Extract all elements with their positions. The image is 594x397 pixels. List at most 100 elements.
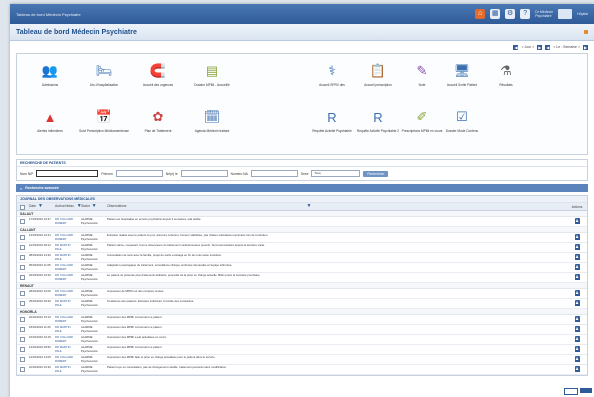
- tile-calendar[interactable]: 📅 Suivi Prescription Médicamenteuse: [79, 104, 129, 144]
- row-checkbox[interactable]: [19, 357, 25, 362]
- prev-day-button[interactable]: ◀: [513, 44, 519, 50]
- user-info[interactable]: Dr Médecin Psychiatre: [535, 10, 553, 18]
- row-author[interactable]: DR MARTIN PAUL: [53, 365, 79, 374]
- row-author[interactable]: DR MARTIN PAUL: [53, 299, 79, 308]
- row-author[interactable]: DR COLLARD ROBERT: [53, 335, 79, 344]
- col-observations[interactable]: Observations ▼: [105, 203, 567, 210]
- tile-document[interactable]: ▤ Dossier MPMI - Accueillir: [187, 58, 237, 98]
- table-row[interactable]: 25/02/2016 09:40 DR MARTIN PAUL ALARME Psy…: [17, 299, 587, 309]
- person-icon[interactable]: ♟: [574, 326, 580, 332]
- tile-bed[interactable]: 🛏 Lits d'hospitalisation: [79, 58, 129, 98]
- table-row[interactable]: 10/02/2016 10:30 DR MARTIN PAUL ALARME Psy…: [17, 365, 587, 375]
- tile-prescription[interactable]: 📋 Accueil prescription: [353, 58, 403, 98]
- tile-agenda[interactable]: 🗓 Agenda Médecin traitant: [187, 104, 237, 144]
- row-author[interactable]: DR COLLARD ROBERT: [53, 217, 79, 226]
- row-checkbox[interactable]: [19, 245, 25, 250]
- firstname-input[interactable]: [115, 170, 163, 177]
- person-icon[interactable]: ♟: [574, 316, 580, 322]
- table-row[interactable]: 14/02/2016 09:50 DR MARTIN PAUL ALARME Psy…: [17, 345, 587, 355]
- row-checkbox[interactable]: [19, 337, 25, 342]
- person-icon[interactable]: ♟: [574, 290, 580, 296]
- row-author[interactable]: DR COLLARD ROBERT: [53, 273, 79, 282]
- table-row[interactable]: 10/03/2016 09:12 DR MARTIN PAUL ALARME Psy…: [17, 243, 587, 253]
- home-icon[interactable]: ⌂: [475, 9, 486, 19]
- row-checkbox[interactable]: [19, 291, 25, 296]
- page-next-button[interactable]: [580, 388, 592, 393]
- row-checkbox[interactable]: [19, 275, 25, 280]
- table-row[interactable]: 02/03/2016 16:20 DR COLLARD ROBERT ALARME …: [17, 273, 587, 283]
- person-icon[interactable]: ♟: [574, 336, 580, 342]
- row-checkbox[interactable]: [19, 235, 25, 240]
- row-author[interactable]: DR COLLARD ROBERT: [53, 263, 79, 272]
- row-checkbox[interactable]: [19, 255, 25, 260]
- person-icon[interactable]: ♟: [574, 218, 580, 224]
- row-author[interactable]: DR MARTIN PAUL: [53, 345, 79, 354]
- row-checkbox[interactable]: [19, 367, 25, 372]
- calendar-icon: 📅: [95, 109, 113, 124]
- prev-week-button[interactable]: ◀: [545, 44, 551, 50]
- row-observation: Entretien réalisé avec le patient ce jou…: [107, 233, 269, 237]
- person-icon[interactable]: ♟: [574, 254, 580, 260]
- person-icon[interactable]: ♟: [574, 244, 580, 250]
- table-row[interactable]: 20/02/2016 15:10 DR COLLARD ROBERT ALARME …: [17, 315, 587, 325]
- col-status[interactable]: Statut ▼: [79, 202, 105, 210]
- tile-warning[interactable]: ▲ Alertes Infirmières: [25, 104, 75, 144]
- person-icon[interactable]: ♟: [574, 264, 580, 270]
- row-author[interactable]: DR COLLARD ROBERT: [53, 289, 79, 298]
- settings-icon[interactable]: ⚙: [505, 9, 516, 19]
- person-icon[interactable]: ♟: [574, 300, 580, 306]
- row-checkbox[interactable]: [19, 265, 25, 270]
- calendar-icon[interactable]: ▦: [490, 9, 501, 19]
- row-author[interactable]: DR COLLARD ROBERT: [53, 315, 79, 324]
- next-day-button[interactable]: ▶: [537, 44, 543, 50]
- row-author[interactable]: DR MARTIN PAUL: [53, 325, 79, 334]
- tile-people[interactable]: 👥 Admissions: [25, 58, 75, 98]
- help-icon[interactable]: ?: [520, 9, 531, 19]
- person-icon[interactable]: ♟: [574, 274, 580, 280]
- table-row[interactable]: 05/03/2016 11:05 DR COLLARD ROBERT ALARME …: [17, 263, 587, 273]
- tile-lab[interactable]: ⚗ Résultats: [481, 58, 531, 98]
- col-author[interactable]: Auteur/rédac. ▼: [53, 203, 82, 210]
- advanced-search-bar[interactable]: ⌕ Recherche avancée: [16, 184, 588, 192]
- name-input[interactable]: [36, 170, 99, 177]
- person-icon[interactable]: ♟: [574, 366, 580, 372]
- tile-report[interactable]: R Requête Activité Psychiatrie: [307, 104, 357, 144]
- next-week-button[interactable]: ▶: [583, 44, 588, 50]
- na-input[interactable]: [250, 170, 298, 177]
- row-checkbox[interactable]: [19, 301, 25, 306]
- row-checkbox[interactable]: [19, 219, 25, 224]
- table-row[interactable]: 28/02/2016 10:00 DR COLLARD ROBERT ALARME …: [17, 289, 587, 299]
- row-checkbox[interactable]: [19, 327, 25, 332]
- row-author[interactable]: DR COLLARD ROBERT: [53, 233, 79, 242]
- tile-magnet[interactable]: 🧲 Accueil des urgences: [133, 58, 183, 98]
- bottom-controls: [564, 388, 592, 395]
- col-date[interactable]: Date ▼: [27, 203, 53, 210]
- row-author[interactable]: DR MARTIN PAUL: [53, 253, 79, 262]
- birthdate-input[interactable]: [180, 170, 228, 177]
- table-row[interactable]: 16/02/2016 10:15 DR COLLARD ROBERT ALARME …: [17, 335, 587, 345]
- tile-report2[interactable]: R Requête Activité Psychiatrie 2: [353, 104, 403, 144]
- row-checkbox[interactable]: [19, 317, 25, 322]
- row-author[interactable]: DR COLLARD ROBERT: [53, 355, 79, 364]
- sex-select[interactable]: Tous: [311, 170, 361, 177]
- person-icon[interactable]: ♟: [574, 346, 580, 352]
- tile-stethoscope[interactable]: ⚕ Accueil SPRV des: [307, 58, 357, 98]
- row-author[interactable]: DR MARTIN PAUL: [53, 243, 79, 252]
- person-icon[interactable]: ♟: [574, 234, 580, 240]
- tile-checklist[interactable]: ☑ Dossier Mode Contenu: [437, 104, 487, 144]
- table-row[interactable]: 17/03/2016 10:37 DR COLLARD ROBERT ALARME …: [17, 217, 587, 227]
- close-icon[interactable]: [584, 30, 588, 34]
- table-row[interactable]: 12/02/2016 14:05 DR COLLARD ROBERT ALARME …: [17, 355, 587, 365]
- search-button[interactable]: Rechercher: [363, 170, 389, 177]
- select-all-checkbox[interactable]: [19, 205, 25, 210]
- tile-monitor[interactable]: 🖥 Accueil Sortie Patient: [437, 58, 487, 98]
- tile-label: Résultats: [499, 83, 513, 87]
- table-row[interactable]: 14/03/2016 10:41 DR COLLARD ROBERT ALARME …: [17, 233, 587, 243]
- filter-icon: ▼: [91, 202, 97, 209]
- row-checkbox[interactable]: [19, 347, 25, 352]
- person-icon[interactable]: ♟: [574, 356, 580, 362]
- table-row[interactable]: 18/02/2016 11:25 DR MARTIN PAUL ALARME Psy…: [17, 325, 587, 335]
- tile-plant[interactable]: ✿ Plan de Traitement: [133, 104, 183, 144]
- page-prev-button[interactable]: [564, 388, 578, 395]
- table-row[interactable]: 08/03/2016 14:30 DR MARTIN PAUL ALARME Psy…: [17, 253, 587, 263]
